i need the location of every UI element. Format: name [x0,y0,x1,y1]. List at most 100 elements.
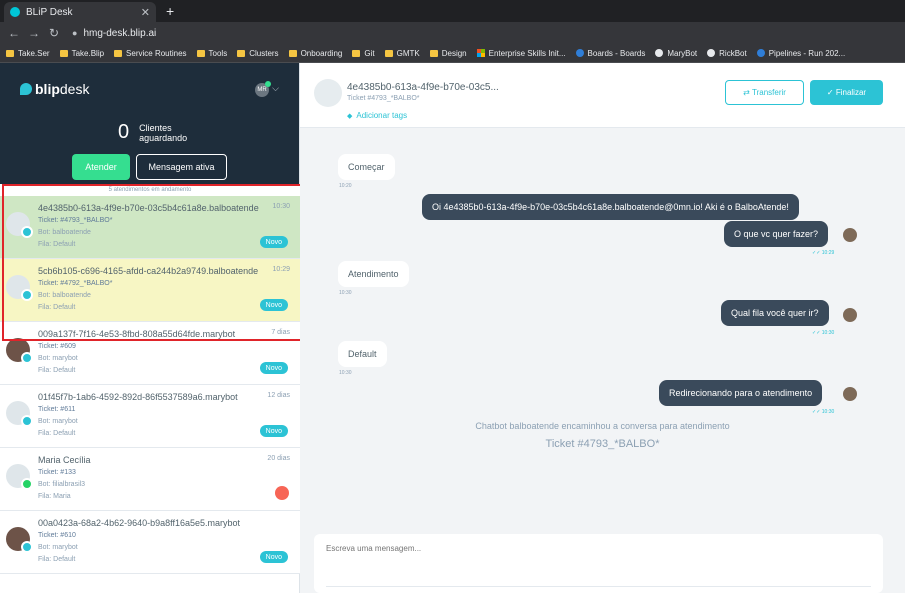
ticket-queue: Fila: Maria [38,493,71,500]
transfer-label: Transferir [752,88,786,97]
waiting-count: 0 [118,121,130,143]
browser-tab[interactable]: BLiP Desk ✕ [4,2,156,22]
bookmark-item[interactable]: Clusters [237,48,279,58]
folder-icon [352,49,361,57]
blip-desk-logo: blip desk [20,81,89,97]
ticket-title: 009a137f-7f16-4e53-8fbd-808a55d64fde.mar… [38,329,236,339]
new-tab-icon[interactable]: + [166,3,174,19]
bookmark-item[interactable]: Take.Ser [6,49,50,58]
chevron-down-icon[interactable]: ⌵ [272,83,279,94]
compose-divider [326,586,871,587]
bookmark-item[interactable]: Tools [196,49,227,58]
message-input[interactable] [326,544,866,553]
bookmarks-bar: Take.Ser Take.Blip Service Routines Tools Cl… [0,44,905,63]
message-time: ✓✓ 10:30 [812,330,835,336]
add-tags-link[interactable]: Adicionar tags [347,111,407,120]
ticket-bot: Bot: marybot [38,355,78,362]
ticket-item[interactable]: 4e4385b0-613a-4f9e-b70e-03c5b4c61a8e.bal… [0,196,300,259]
blip-channel-icon [21,289,33,301]
message-time: ✓✓ 10:29 [812,250,835,256]
finish-label: Finalizar [835,88,867,97]
message-bubble: O que vc quer fazer? [724,221,829,247]
ticket-list: 5 atendimentos em andamento 4e4385b0-613… [0,184,300,574]
blip-logo-icon [20,83,32,95]
agent-avatar [843,308,857,322]
time-text: 10:30 [821,409,835,415]
bookmark-item[interactable]: GMTK [384,49,420,58]
agent-avatar [843,228,857,242]
forward-icon[interactable]: → [26,26,42,40]
compose-box [314,534,883,593]
user-initials: MR [257,87,267,93]
message-bubble: Qual fila você quer ir? [721,300,829,326]
url-field[interactable]: hmg-desk.blip.ai [83,28,156,39]
message-bubble: Default [338,341,387,367]
close-tab-icon[interactable]: ✕ [141,6,150,19]
ticket-title: 4e4385b0-613a-4f9e-b70e-03c5b4c61a8e.bal… [38,203,259,213]
ticket-item[interactable]: 5cb6b105-c696-4165-afdd-ca244b2a9749.bal… [0,259,300,322]
back-icon[interactable]: ← [6,26,22,40]
bookmark-item[interactable]: Service Routines [114,48,187,58]
ticket-queue: Fila: Default [38,304,76,311]
new-badge: Novo [259,299,288,311]
folder-icon [196,49,205,57]
active-message-button[interactable]: Mensagem ativa [136,154,227,180]
ticket-title: Maria Cecília [38,455,91,465]
bookmark-label: Enterprise Skills Init... [488,48,566,58]
bookmark-item[interactable]: Boards - Boards [575,48,646,58]
message-bubble: Redirecionando para o atendimento [659,380,823,406]
time-text: 10:30 [821,330,835,336]
bookmark-label: Service Routines [126,48,187,58]
finish-button[interactable]: ✓ Finalizar [810,80,883,105]
bookmark-item[interactable]: RickBot [707,49,747,58]
user-avatar[interactable]: MR [255,81,271,97]
reload-icon[interactable]: ↻ [46,26,62,40]
attend-button[interactable]: Atender [72,154,130,180]
bookmark-item[interactable]: Pipelines - Run 202... [756,49,845,58]
ticket-queue: Fila: Default [38,241,76,248]
ticket-item[interactable]: 00a0423a-68a2-4b62-9640-b9a8ff16a5e5.mar… [0,511,300,574]
sidebar: blip desk MR ⌵ 0 Clientes aguardando Atend… [0,63,308,593]
ticket-bot: Bot: filialbrasil3 [38,481,86,488]
new-badge: Novo [259,425,288,437]
bookmark-item[interactable]: Git [352,49,375,58]
ticket-time: 10:30 [272,203,290,210]
bookmark-item[interactable]: Take.Blip [59,49,104,58]
waiting-clients: 0 Clientes aguardando [118,121,187,144]
transfer-button[interactable]: ⇄ Transferir [725,80,804,105]
ticket-bot: Bot: marybot [38,544,78,551]
message-time: ✓✓ 10:30 [812,409,835,415]
browser-tab-strip: BLiP Desk ✕ + [0,0,905,22]
bookmark-item[interactable]: Enterprise Skills Init... [476,48,566,58]
bookmark-label: Boards - Boards [587,48,646,58]
ticket-item[interactable]: 01f45f7b-1ab6-4592-892d-86f5537589a6.mar… [0,385,300,448]
ticket-time: 7 dias [271,329,290,336]
bookmark-label: Clusters [249,48,279,58]
bookmark-item[interactable]: Onboarding [288,49,342,58]
folder-icon [6,49,14,57]
contact-avatar [6,275,33,301]
ticket-item[interactable]: Maria Cecília Ticket: #133 Bot: filialbras… [0,448,300,511]
contact-avatar [6,338,33,364]
blip-desk-app: blip desk MR ⌵ 0 Clientes aguardando Atend… [0,63,905,593]
check-circle-icon: ✓ [826,88,836,97]
bookmark-item[interactable]: MaryBot [655,49,697,58]
bookmark-label: MaryBot [667,48,698,58]
message-time: 10:30 [339,370,352,376]
ticket-item[interactable]: 009a137f-7f16-4e53-8fbd-808a55d64fde.mar… [0,322,300,385]
ticket-number: Ticket: #133 [38,469,76,476]
blip-channel-icon [21,226,33,238]
contact-avatar [6,401,33,427]
message-time: 10:20 [339,183,352,189]
ticket-number: Ticket: #610 [38,532,76,539]
azure-devops-icon [756,49,765,57]
contact-avatar [6,527,33,553]
blip-channel-icon [21,352,33,364]
ticket-time: 12 dias [267,392,290,399]
bookmark-item[interactable]: Design [429,49,467,58]
folder-icon [288,49,297,57]
waiting-label-line-2: aguardando [139,132,188,143]
new-badge: Novo [259,236,288,248]
lock-icon: ● [72,28,78,38]
ticket-bot: Bot: balboatende [38,292,91,299]
